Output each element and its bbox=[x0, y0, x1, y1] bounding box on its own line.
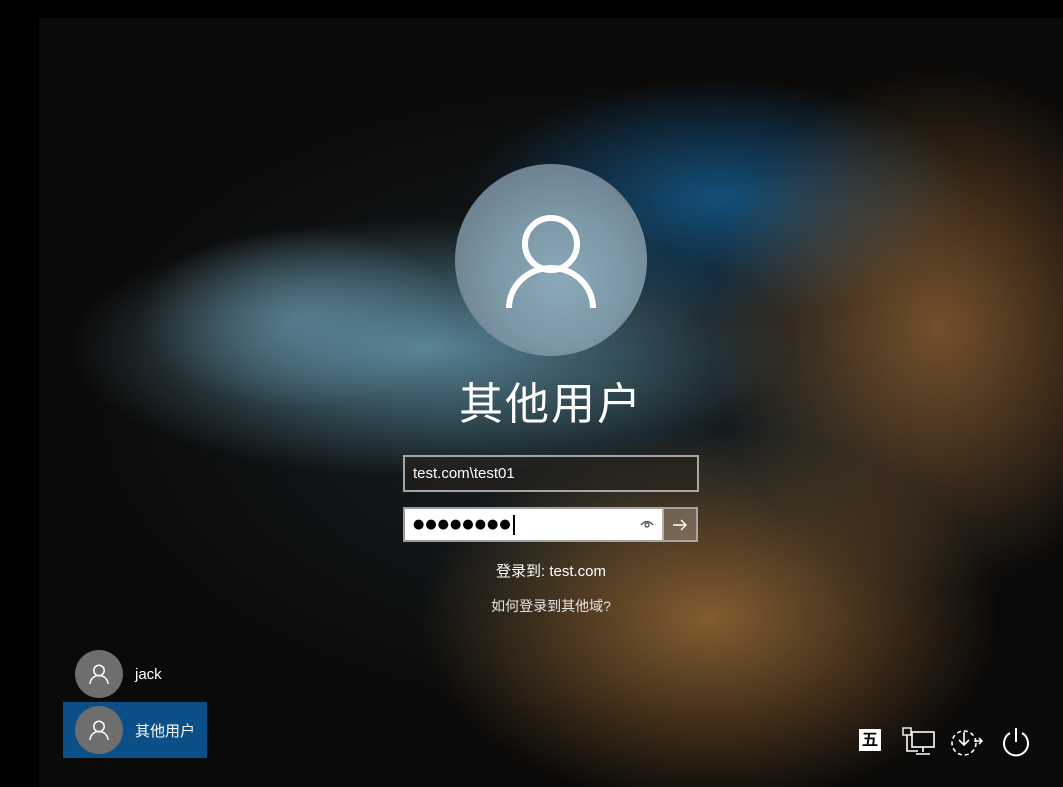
password-field-wrapper: ●●●●●●●● bbox=[403, 507, 698, 542]
lock-screen: 其他用户 ●●●●●●●● 登录到: test.com 如何登录到其他域? bbox=[39, 18, 1063, 787]
user-avatar-small bbox=[75, 706, 123, 754]
username-field-wrapper bbox=[403, 455, 699, 492]
other-domain-link[interactable]: 如何登录到其他域? bbox=[39, 596, 1063, 616]
user-display-name: 其他用户 bbox=[459, 379, 643, 430]
user-list-item-other-user[interactable]: 其他用户 bbox=[63, 702, 207, 758]
text-caret bbox=[512, 514, 515, 535]
sign-in-domain-text: 登录到: test.com bbox=[495, 563, 607, 580]
person-icon bbox=[506, 215, 596, 309]
ime-indicator-icon[interactable]: 五 bbox=[859, 729, 881, 751]
submit-button[interactable] bbox=[662, 509, 696, 540]
arrow-right-icon bbox=[673, 519, 687, 530]
person-icon bbox=[89, 664, 109, 685]
power-icon[interactable] bbox=[999, 724, 1033, 760]
network-icon[interactable] bbox=[902, 724, 936, 760]
reveal-password-icon[interactable] bbox=[640, 518, 654, 530]
person-icon bbox=[89, 720, 109, 741]
user-list-item-jack[interactable]: jack bbox=[63, 646, 207, 702]
user-avatar-small bbox=[75, 650, 123, 698]
accessibility-icon[interactable] bbox=[949, 724, 985, 760]
password-mask: ●●●●●●●● bbox=[413, 517, 512, 532]
user-avatar-large bbox=[455, 164, 647, 356]
username-input[interactable] bbox=[405, 457, 697, 490]
user-list-item-label: jack bbox=[135, 665, 162, 683]
user-list-item-label: 其他用户 bbox=[135, 722, 196, 740]
password-input[interactable]: ●●●●●●●● bbox=[405, 509, 662, 540]
